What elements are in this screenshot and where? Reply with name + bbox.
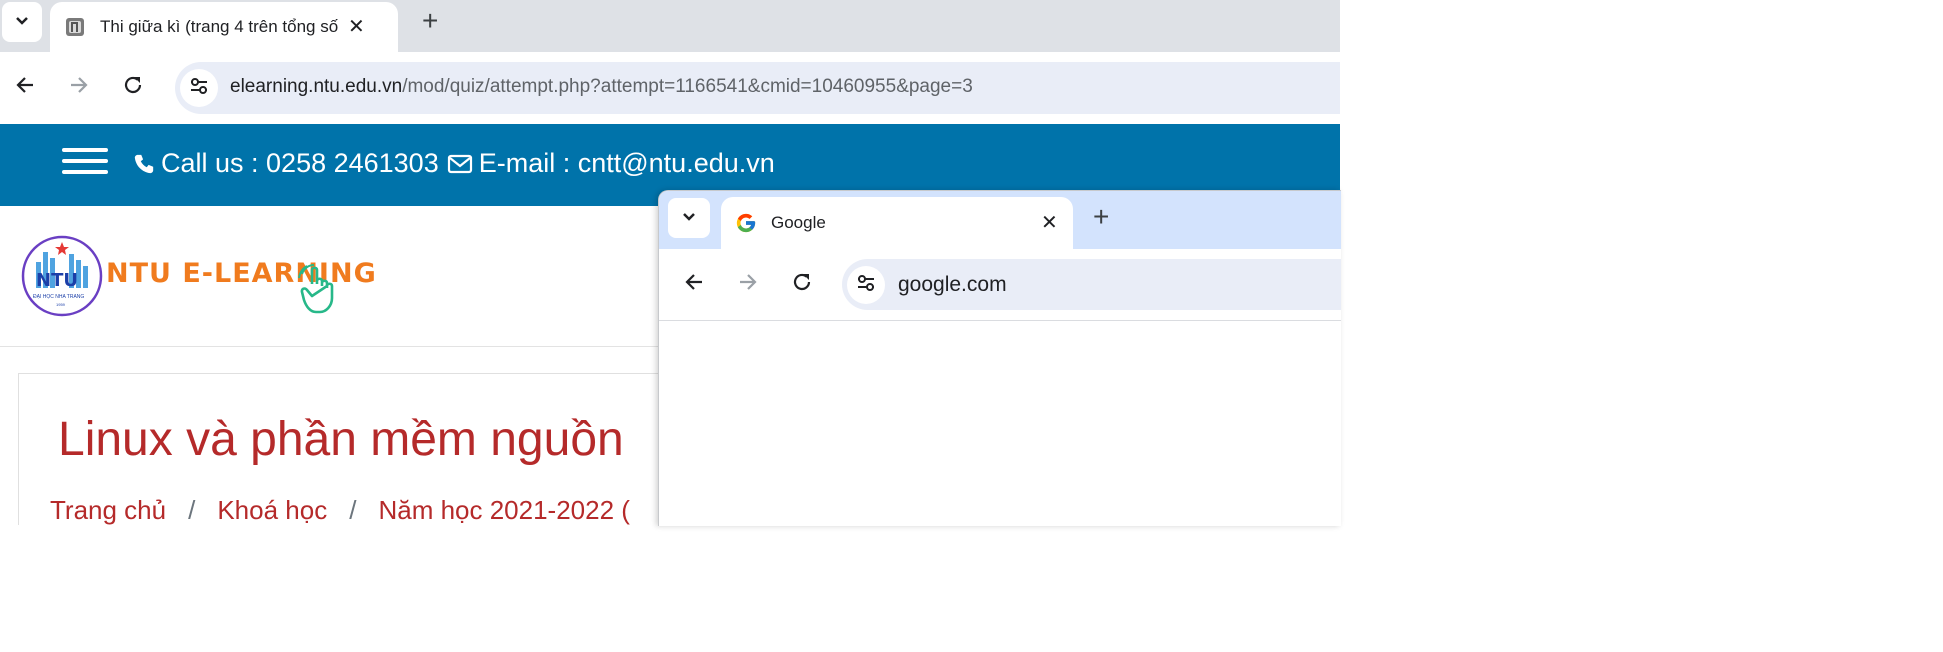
arrow-left-icon — [15, 75, 35, 100]
google-g-icon — [735, 212, 757, 234]
forward-button[interactable] — [730, 266, 766, 302]
url-host: elearning.ntu.edu.vn — [230, 76, 403, 97]
phone-icon — [133, 153, 155, 175]
arrow-left-icon — [684, 272, 704, 297]
address-url[interactable]: elearning.ntu.edu.vn/mod/quiz/attempt.ph… — [230, 76, 973, 98]
phone-text: Call us : 0258 2461303 — [161, 148, 439, 178]
tab-title: Thi giữa kì (trang 4 trên tổng số — [100, 17, 338, 36]
emblem-year: 1959 — [56, 302, 65, 307]
reload-icon — [122, 74, 144, 101]
back-button[interactable] — [7, 69, 43, 105]
google-browser-window: Google ✕ + google.com — [658, 190, 1341, 526]
breadcrumb-item-year[interactable]: Năm học 2021-2022 ( — [378, 495, 629, 525]
chevron-down-icon — [15, 13, 29, 31]
breadcrumb-separator: / — [349, 495, 357, 525]
breadcrumb-item-courses[interactable]: Khoá học — [217, 495, 327, 525]
tab-google[interactable]: Google ✕ — [721, 197, 1073, 249]
breadcrumb-separator: / — [188, 495, 196, 525]
tab-title: Google — [771, 213, 826, 232]
close-tab-icon[interactable]: ✕ — [348, 17, 365, 37]
reload-button[interactable] — [115, 69, 151, 105]
reload-button[interactable] — [784, 266, 820, 302]
emblem-text: NTU — [36, 270, 78, 291]
breadcrumb: Trang chủ / Khoá học / Năm học 2021-2022… — [50, 495, 630, 525]
hamburger-menu-icon[interactable] — [62, 141, 108, 181]
tune-icon — [189, 77, 209, 100]
new-tab-button[interactable]: + — [1093, 203, 1109, 231]
chevron-down-icon — [682, 209, 696, 227]
close-tab-icon[interactable]: ✕ — [1041, 213, 1058, 233]
page-content-blank — [659, 321, 1341, 526]
tab-search-button[interactable] — [2, 2, 42, 42]
breadcrumb-item-home[interactable]: Trang chủ — [50, 495, 166, 525]
reload-icon — [791, 271, 813, 298]
arrow-right-icon — [69, 75, 89, 100]
favicon-icon — [64, 16, 86, 38]
contact-info: Call us : 0258 2461303 E-mail : cntt@ntu… — [133, 148, 775, 179]
emblem-subtext: ĐẠI HỌC NHA TRANG — [33, 294, 85, 300]
back-button[interactable] — [676, 266, 712, 302]
pointing-hand-icon — [298, 264, 352, 323]
site-info-button[interactable] — [847, 266, 885, 304]
new-tab-button[interactable]: + — [422, 7, 438, 35]
tab-search-button[interactable] — [668, 198, 710, 238]
tune-icon — [856, 274, 876, 297]
email-text: E-mail : cntt@ntu.edu.vn — [478, 148, 775, 178]
email-icon — [447, 153, 473, 175]
tab-quiz[interactable]: Thi giữa kì (trang 4 trên tổng số ✕ — [50, 2, 398, 52]
course-title: Linux và phần mềm nguồn — [58, 413, 624, 466]
url-path: /mod/quiz/attempt.php?attempt=1166541&cm… — [402, 76, 973, 97]
address-url[interactable]: google.com — [898, 273, 1007, 297]
site-info-button[interactable] — [180, 69, 218, 107]
forward-button[interactable] — [61, 69, 97, 105]
arrow-right-icon — [738, 272, 758, 297]
